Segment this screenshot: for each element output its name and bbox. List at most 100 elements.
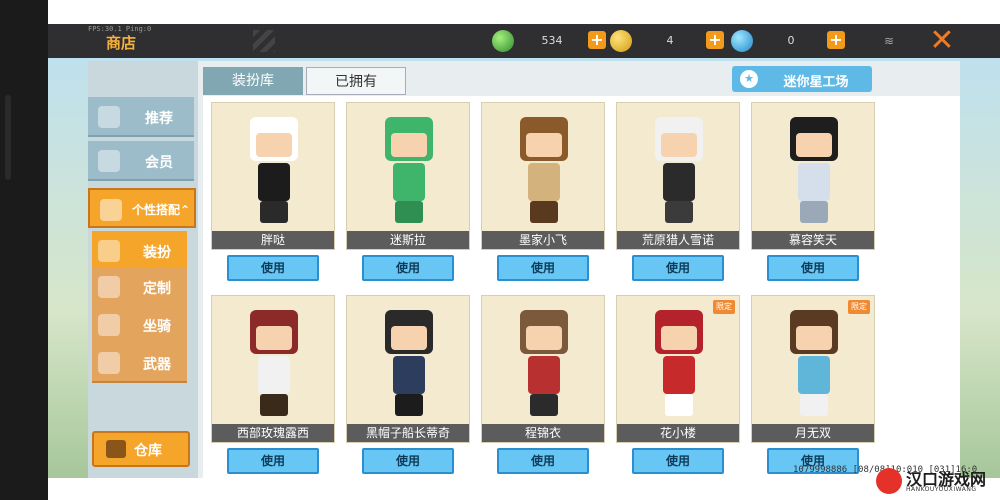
sidebar-item-label: 武器 <box>143 357 171 373</box>
use-button[interactable]: 使用 <box>497 448 589 474</box>
customize-icon <box>98 276 120 298</box>
use-button[interactable]: 使用 <box>227 255 319 281</box>
outfit-card[interactable]: 墨家小飞 <box>481 102 605 250</box>
gold-coin-icon <box>610 30 632 52</box>
add-blue-coin-button[interactable]: + <box>827 31 845 49</box>
character-figure <box>649 117 709 227</box>
watermark-logo-icon <box>876 468 902 494</box>
outfit-name: 慕容笑天 <box>752 231 874 249</box>
outfit-card[interactable]: 限定 月无双 <box>751 295 875 443</box>
device-notch <box>5 95 11 180</box>
outfit-icon <box>98 240 120 262</box>
decorative-stripe <box>253 30 275 52</box>
character-legs <box>260 201 288 223</box>
shop-panel: 推荐 会员 个性搭配⌃ 装扮 定制 坐骑 武器 仓库 装扮库 已拥有 ★ 迷你星… <box>88 61 960 478</box>
blue-coin-count: 0 <box>787 34 795 47</box>
outfit-card[interactable]: 程锦衣 <box>481 295 605 443</box>
weapon-icon <box>98 352 120 374</box>
character-face <box>256 133 292 157</box>
character-legs <box>395 394 423 416</box>
character-body <box>798 356 830 394</box>
warehouse-button[interactable]: 仓库 <box>92 431 190 467</box>
character-figure <box>379 117 439 227</box>
limited-badge: 限定 <box>713 300 735 314</box>
character-face <box>796 133 832 157</box>
tab-outfit-library[interactable]: 装扮库 <box>203 67 303 95</box>
sidebar-item-label: 推荐 <box>145 111 173 127</box>
outfit-card[interactable]: 荒原猎人雪诺 <box>616 102 740 250</box>
character-body <box>258 163 290 201</box>
use-button[interactable]: 使用 <box>362 255 454 281</box>
sidebar-item-label: 装扮 <box>143 245 171 261</box>
game-window: FPS:30.1 Ping:0 商店 534 + 4 + 0 + ≋ ✕ 推荐 … <box>48 0 1000 478</box>
sidebar: 推荐 会员 个性搭配⌃ 装扮 定制 坐骑 武器 仓库 <box>88 61 198 478</box>
add-green-gem-button[interactable]: + <box>588 31 606 49</box>
character-body <box>393 163 425 201</box>
sidebar-item-personal-style[interactable]: 个性搭配⌃ <box>88 188 196 228</box>
character-figure <box>379 310 439 420</box>
outfit-name: 墨家小飞 <box>482 231 604 249</box>
character-face <box>796 326 832 350</box>
character-body <box>258 356 290 394</box>
character-face <box>526 326 562 350</box>
character-figure <box>514 117 574 227</box>
outfit-card[interactable]: 迷斯拉 <box>346 102 470 250</box>
sidebar-subitem-mount[interactable]: 坐骑 <box>92 305 187 345</box>
mount-icon <box>98 314 120 336</box>
outfit-card[interactable]: 慕容笑天 <box>751 102 875 250</box>
outfit-card[interactable]: 西部玫瑰露西 <box>211 295 335 443</box>
use-button[interactable]: 使用 <box>227 448 319 474</box>
member-icon <box>98 150 120 172</box>
page-title: 商店 <box>106 34 137 52</box>
sidebar-subitem-weapon[interactable]: 武器 <box>92 343 187 383</box>
character-face <box>661 133 697 157</box>
signal-icon: ≋ <box>884 34 895 48</box>
outfit-name: 程锦衣 <box>482 424 604 442</box>
character-face <box>526 133 562 157</box>
outfit-name: 西部玫瑰露西 <box>212 424 334 442</box>
tab-owned[interactable]: 已拥有 <box>306 67 406 95</box>
character-face <box>391 326 427 350</box>
outfit-card[interactable]: 胖哒 <box>211 102 335 250</box>
sidebar-item-label: 会员 <box>145 155 173 171</box>
use-button[interactable]: 使用 <box>362 448 454 474</box>
mini-star-factory-button[interactable]: ★ 迷你星工场 <box>732 66 872 92</box>
sidebar-item-member[interactable]: 会员 <box>88 141 194 181</box>
character-figure <box>514 310 574 420</box>
top-bar: FPS:30.1 Ping:0 商店 534 + 4 + 0 + ≋ ✕ <box>48 0 1000 58</box>
soccer-icon <box>100 199 122 221</box>
character-legs <box>665 201 693 223</box>
use-button[interactable]: 使用 <box>497 255 589 281</box>
character-body <box>663 163 695 201</box>
thumbs-up-icon <box>98 106 120 128</box>
factory-label: 迷你星工场 <box>783 75 849 90</box>
character-legs <box>800 201 828 223</box>
character-face <box>661 326 697 350</box>
green-gem-icon <box>492 30 514 52</box>
outfit-name: 月无双 <box>752 424 874 442</box>
outfit-name: 荒原猎人雪诺 <box>617 231 739 249</box>
watermark: 汉口游戏网 HANKOUYOUXIWANG <box>876 466 996 498</box>
character-legs <box>395 201 423 223</box>
warehouse-label: 仓库 <box>134 443 162 459</box>
character-legs <box>800 394 828 416</box>
character-body <box>393 356 425 394</box>
close-button[interactable]: ✕ <box>928 26 956 56</box>
device-bezel <box>0 0 48 500</box>
character-body <box>528 356 560 394</box>
character-legs <box>530 201 558 223</box>
outfit-card[interactable]: 限定 花小楼 <box>616 295 740 443</box>
character-figure <box>244 310 304 420</box>
sidebar-subitem-customize[interactable]: 定制 <box>92 267 187 307</box>
character-body <box>528 163 560 201</box>
sidebar-subitem-outfit[interactable]: 装扮 <box>92 231 187 271</box>
add-gold-coin-button[interactable]: + <box>706 31 724 49</box>
use-button[interactable]: 使用 <box>767 255 859 281</box>
use-button[interactable]: 使用 <box>632 255 724 281</box>
outfit-card[interactable]: 黑帽子船长蒂奇 <box>346 295 470 443</box>
use-button[interactable]: 使用 <box>632 448 724 474</box>
sidebar-item-recommend[interactable]: 推荐 <box>88 97 194 137</box>
gold-coin-count: 4 <box>666 34 674 47</box>
sidebar-item-label: 个性搭配⌃ <box>131 203 191 217</box>
character-figure <box>244 117 304 227</box>
